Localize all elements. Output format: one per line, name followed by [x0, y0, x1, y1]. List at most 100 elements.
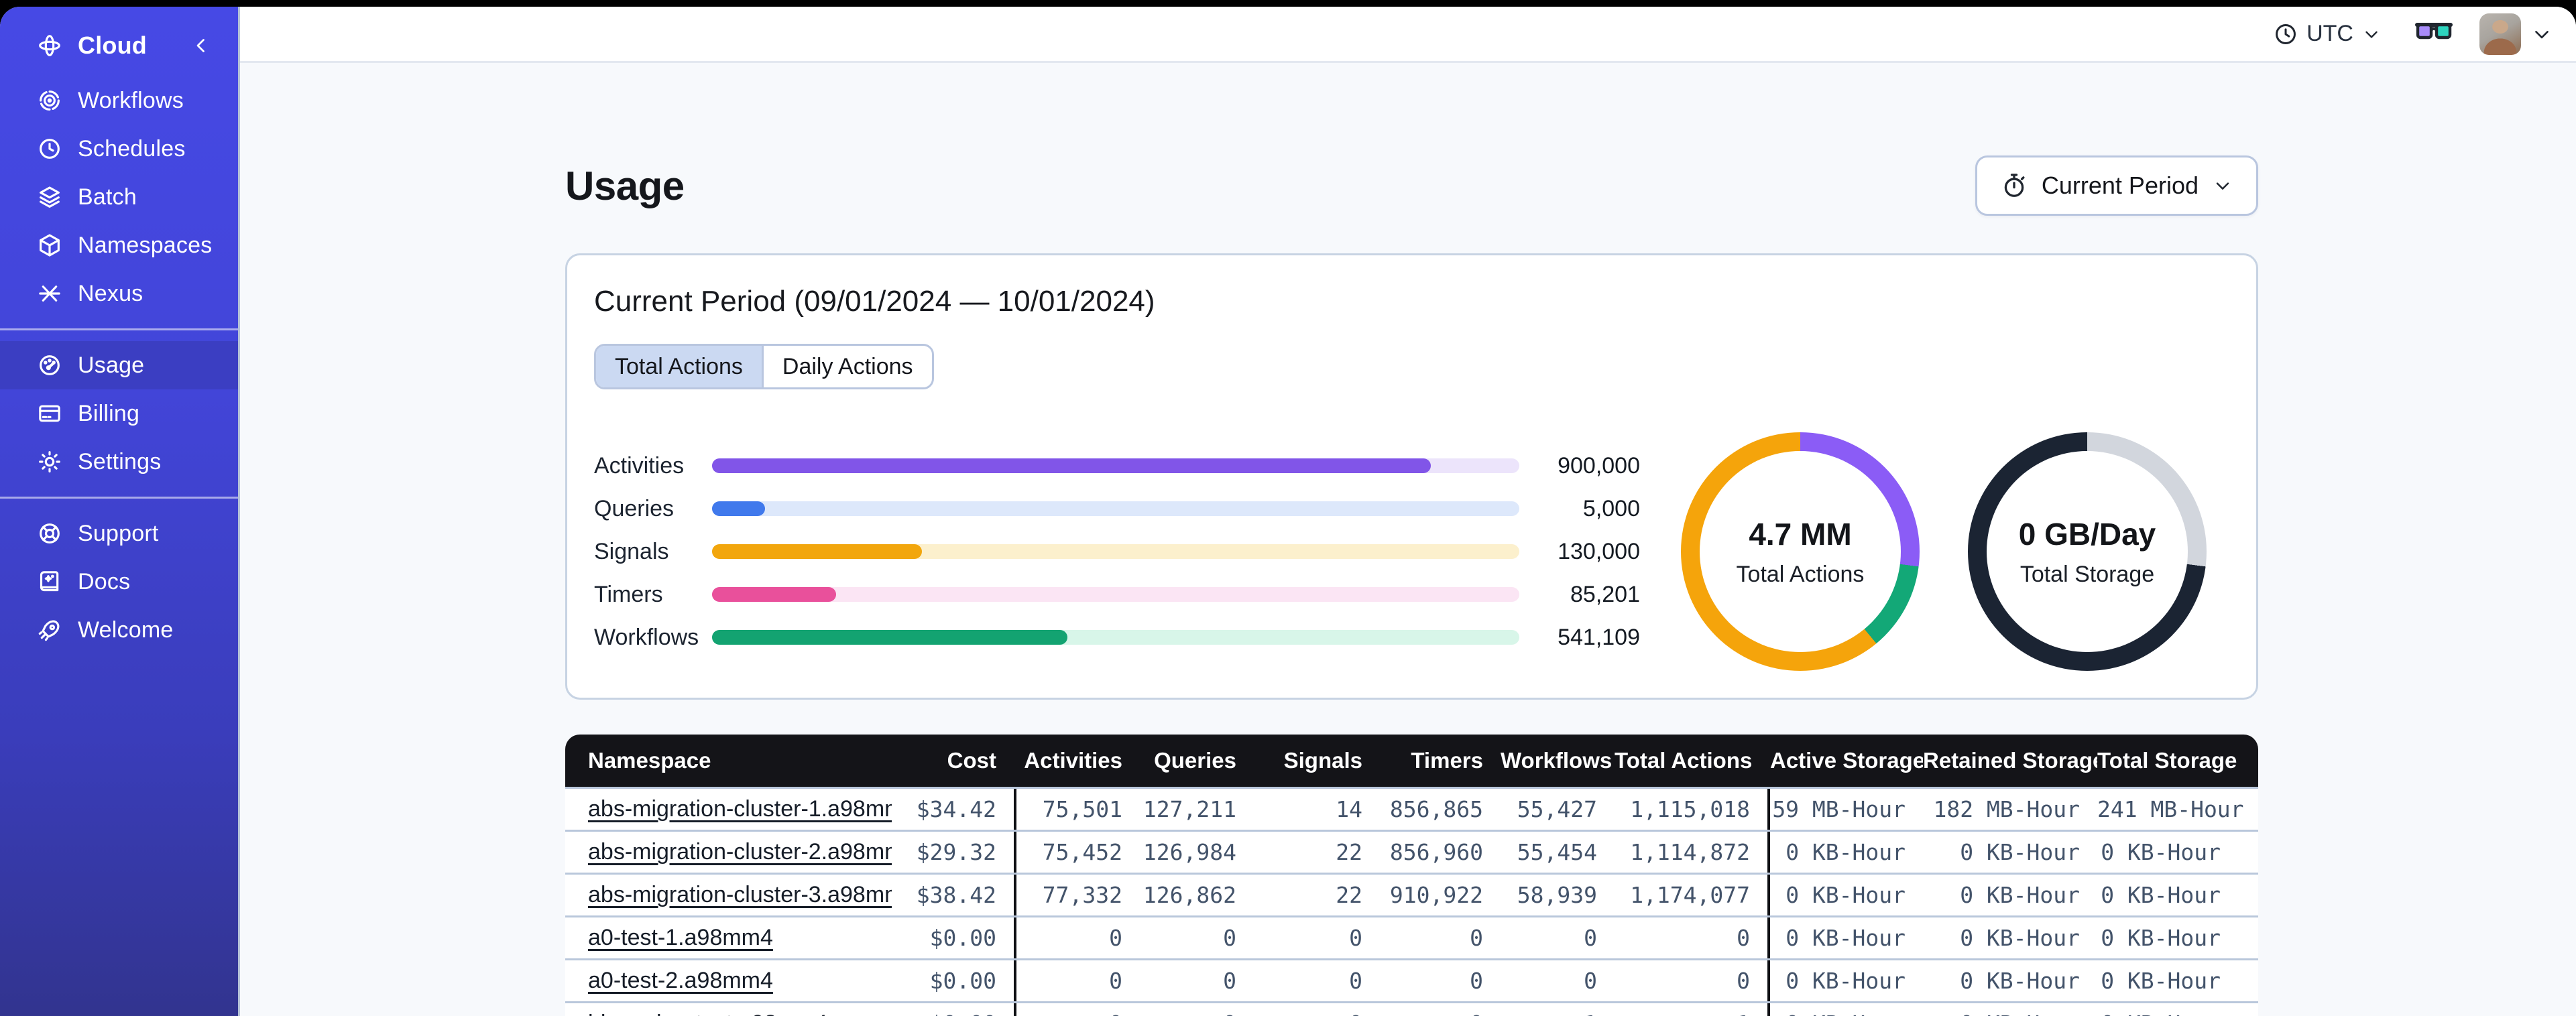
workflows-icon — [36, 87, 63, 114]
sidebar-item-label: Billing — [78, 400, 140, 426]
cell-total-storage: 0 KB-Hour — [2101, 968, 2221, 994]
bar-fill — [712, 587, 837, 602]
column-header-active-storage: Active Storage — [1770, 748, 1923, 773]
topbar: UTC — [240, 7, 2576, 63]
nexus-asterisk-icon — [36, 280, 63, 307]
usage-bar-row: Workflows 541,109 — [594, 616, 1640, 659]
cell-activities: 0 — [1109, 925, 1122, 951]
period-selector-button[interactable]: Current Period — [1975, 155, 2258, 216]
sidebar-item-nexus[interactable]: Nexus — [0, 269, 238, 318]
cell-total-actions: 0 — [1737, 925, 1750, 951]
namespace-link[interactable]: bk-worker-test.a98mm4 — [588, 1011, 827, 1016]
sidebar-item-settings[interactable]: Settings — [0, 438, 238, 486]
sidebar-item-docs[interactable]: Docs — [0, 558, 238, 606]
cell-namespace: abs-migration-cluster-2.a98mm4 — [565, 839, 892, 865]
column-header-queries: Queries — [1154, 748, 1236, 773]
cell-total-actions: 1 — [1615, 1011, 1767, 1016]
cell-total-actions: 1,114,872 — [1630, 839, 1750, 865]
bar-track — [712, 630, 1519, 645]
chevron-down-icon — [2216, 182, 2229, 190]
namespace-link[interactable]: abs-migration-cluster-1.a98mm4 — [588, 796, 892, 822]
cell-active-storage: 0 KB-Hour — [1770, 1011, 1923, 1016]
bar-value: 130,000 — [1558, 538, 1640, 564]
app-window: Cloud Workflows Schedules Batch Namespac… — [0, 7, 2576, 1016]
sidebar-item-billing[interactable]: Billing — [0, 389, 238, 438]
sidebar-item-welcome[interactable]: Welcome — [0, 606, 238, 654]
cell-namespace: a0-test-2.a98mm4 — [565, 968, 892, 994]
clock-icon — [2276, 23, 2296, 44]
bar-fill — [712, 458, 1431, 473]
cell-retained-storage: 0 KB-Hour — [1960, 882, 2080, 908]
sidebar-item-label: Docs — [78, 568, 131, 594]
cell-total-storage: 0 KB-Hour — [2101, 925, 2221, 951]
usage-bar-row: Activities 900,000 — [594, 444, 1640, 487]
current-period-card: Current Period (09/01/2024 — 10/01/2024)… — [565, 253, 2258, 700]
cell-namespace: a0-test-1.a98mm4 — [565, 925, 892, 951]
usage-bar-row: Timers 85,201 — [594, 573, 1640, 616]
total-storage-donut: 0 GB/Day Total Storage — [1968, 432, 2207, 671]
total-actions-label: Total Actions — [1736, 561, 1865, 587]
cell-activities: 77,332 — [1042, 882, 1122, 908]
sidebar-item-schedules[interactable]: Schedules — [0, 125, 238, 173]
namespace-link[interactable]: a0-test-1.a98mm4 — [588, 925, 773, 950]
usage-page: Usage Current Period Current Period (09/… — [240, 63, 2576, 1016]
batch-layers-icon — [36, 184, 63, 210]
column-header-namespace: Namespace — [588, 748, 711, 773]
cell-queries: 0 — [1140, 1011, 1254, 1016]
bar-track — [712, 458, 1519, 473]
table-row: abs-migration-cluster-3.a98mm4 $38.42 77,3… — [565, 873, 2258, 915]
account-menu-chevron-icon[interactable] — [2530, 23, 2553, 46]
usage-gauge-icon — [36, 352, 63, 379]
cell-active-storage: 0 KB-Hour — [1785, 968, 1906, 994]
cell-signals: 22 — [1336, 882, 1362, 908]
cell-queries: 127,211 — [1143, 796, 1236, 822]
period-card-title: Current Period (09/01/2024 — 10/01/2024) — [594, 285, 1155, 318]
sidebar-item-batch[interactable]: Batch — [0, 173, 238, 221]
sidebar-item-label: Namespaces — [78, 232, 213, 258]
cell-workflows: 58,939 — [1517, 882, 1597, 908]
cell-retained-storage: 0 KB-Hour — [1923, 1011, 2097, 1016]
table-header-row: Namespace Cost Activities Queries Signals Tim… — [565, 735, 2258, 787]
cell-cost: $0.00 — [892, 1011, 1014, 1016]
schedules-icon — [36, 135, 63, 162]
column-header-activities: Activities — [1024, 748, 1122, 773]
sidebar-item-label: Settings — [78, 448, 162, 474]
namespace-link[interactable]: abs-migration-cluster-3.a98mm4 — [588, 882, 892, 907]
namespace-link[interactable]: abs-migration-cluster-2.a98mm4 — [588, 839, 892, 865]
tab-total-actions[interactable]: Total Actions — [596, 346, 764, 387]
timezone-label: UTC — [2306, 21, 2353, 46]
feedback-glasses-icon[interactable] — [2415, 19, 2453, 50]
collapse-sidebar-icon[interactable] — [190, 34, 213, 57]
sidebar-brand-cloud[interactable]: Cloud — [0, 21, 238, 70]
bar-category-label: Activities — [594, 452, 685, 479]
sidebar-item-label: Usage — [78, 352, 145, 378]
sidebar-divider — [0, 328, 238, 330]
user-avatar[interactable] — [2479, 13, 2521, 55]
chevron-down-icon — [2365, 31, 2378, 38]
timezone-dropdown[interactable]: UTC — [2273, 21, 2382, 47]
total-actions-value: 4.7 MM — [1749, 516, 1852, 552]
bar-category-label: Workflows — [594, 624, 699, 650]
sidebar-item-workflows[interactable]: Workflows — [0, 76, 238, 125]
namespace-link[interactable]: a0-test-2.a98mm4 — [588, 968, 773, 993]
cell-timers: 910,922 — [1389, 882, 1483, 908]
sidebar-item-usage[interactable]: Usage — [0, 341, 238, 389]
sidebar-item-label: Nexus — [78, 280, 143, 306]
cell-activities: 0 — [1016, 1011, 1140, 1016]
cell-retained-storage: 0 KB-Hour — [1960, 839, 2080, 865]
bar-category-label: Signals — [594, 538, 669, 564]
actions-view-toggle: Total Actions Daily Actions — [594, 344, 934, 389]
column-header-retained-storage: Retained Storage — [1923, 748, 2097, 773]
tab-daily-actions[interactable]: Daily Actions — [764, 346, 932, 387]
namespace-usage-table: Namespace Cost Activities Queries Signals Tim… — [565, 735, 2258, 1016]
sidebar-item-support[interactable]: Support — [0, 509, 238, 558]
cell-signals: 0 — [1349, 925, 1362, 951]
sidebar-item-namespaces[interactable]: Namespaces — [0, 221, 238, 269]
cell-workflows: 55,427 — [1517, 796, 1597, 822]
cell-activities: 75,501 — [1042, 796, 1122, 822]
sidebar-brand-label: Cloud — [78, 31, 147, 59]
cell-queries: 126,984 — [1143, 839, 1236, 865]
cell-total-storage: 0 KB-Hour — [2097, 1011, 2258, 1016]
cell-signals: 0 — [1349, 968, 1362, 994]
namespaces-cube-icon — [36, 232, 63, 259]
